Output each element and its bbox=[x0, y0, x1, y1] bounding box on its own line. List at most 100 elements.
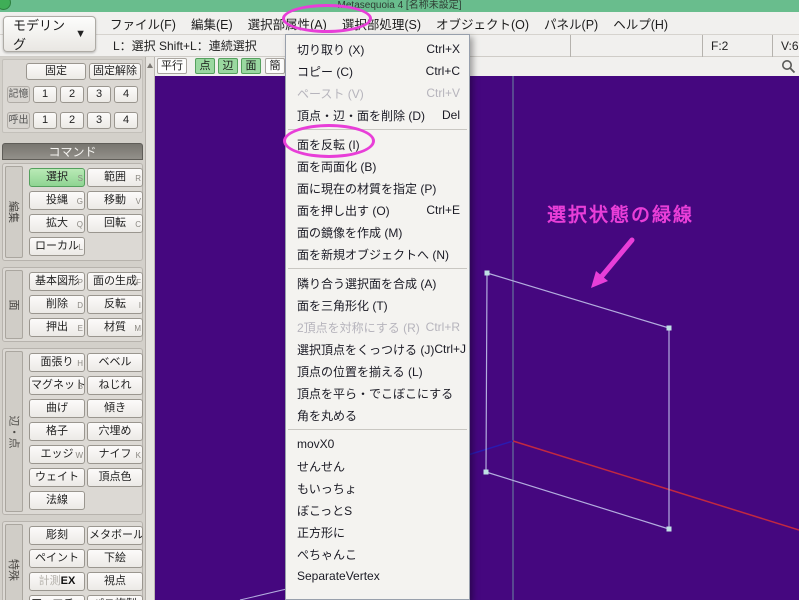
menu-item[interactable]: 面の鏡像を作成 (M) bbox=[286, 221, 469, 243]
slot-button[interactable]: 3 bbox=[87, 86, 111, 103]
memory-label-button[interactable]: 記憶 bbox=[7, 86, 30, 103]
menu-item[interactable]: 角を丸める bbox=[286, 404, 469, 426]
menu-item[interactable]: 隣り合う選択面を合成 (A) bbox=[286, 272, 469, 294]
vertex-handle[interactable] bbox=[666, 325, 672, 331]
command-button[interactable]: 移動 V bbox=[87, 191, 143, 210]
mode-button-1[interactable]: 辺 bbox=[218, 58, 238, 74]
simple-display-button[interactable]: 簡 bbox=[265, 58, 285, 74]
command-button[interactable]: 材質 M bbox=[87, 318, 143, 337]
command-button[interactable]: 面の生成 F bbox=[87, 272, 143, 291]
menu-item[interactable]: 頂点の位置を揃える (L) bbox=[286, 360, 469, 382]
mode-button-0[interactable]: 点 bbox=[195, 58, 215, 74]
command-button[interactable]: 基本図形 P bbox=[29, 272, 85, 291]
command-button[interactable]: ペイント bbox=[29, 549, 85, 568]
command-button[interactable]: 計測EX bbox=[29, 572, 85, 591]
group-tab[interactable]: 編集 bbox=[5, 166, 23, 258]
slot-button[interactable]: 1 bbox=[33, 112, 57, 129]
fix-button[interactable]: 固定 bbox=[26, 63, 86, 80]
command-button[interactable]: 曲げ bbox=[29, 399, 85, 418]
menu-item[interactable]: movX0 bbox=[286, 433, 469, 455]
shortcut-key-label: H bbox=[77, 359, 83, 368]
group-tab[interactable]: 面 bbox=[5, 270, 23, 339]
command-button-label: エッジ bbox=[40, 448, 74, 460]
menu-item[interactable]: 切り取り (X) Ctrl+X bbox=[286, 38, 469, 60]
menubar-item[interactable]: ヘルプ(H) bbox=[613, 14, 668, 33]
menu-item[interactable]: 面に現在の材質を指定 (P) bbox=[286, 177, 469, 199]
command-button[interactable]: ねじれ bbox=[87, 376, 143, 395]
slot-button[interactable]: 1 bbox=[33, 86, 57, 103]
command-button[interactable]: 押出 E bbox=[29, 318, 85, 337]
menu-item-label: 正方形に bbox=[297, 525, 346, 540]
command-button[interactable]: 下絵 bbox=[87, 549, 143, 568]
command-button[interactable]: アーマチャー bbox=[29, 595, 85, 600]
command-button[interactable]: 傾き bbox=[87, 399, 143, 418]
command-button[interactable]: 格子 bbox=[29, 422, 85, 441]
command-button[interactable]: 投縄 G bbox=[29, 191, 85, 210]
command-button[interactable]: 範囲 R bbox=[87, 168, 143, 187]
highlight-ellipse-menu-item bbox=[283, 124, 375, 158]
slot-button[interactable]: 4 bbox=[114, 112, 138, 129]
command-button-label: 拡大 bbox=[46, 217, 68, 229]
menu-item[interactable]: 正方形に bbox=[286, 521, 469, 543]
command-button[interactable]: 削除 D bbox=[29, 295, 85, 314]
zoom-search-icon[interactable] bbox=[781, 59, 796, 74]
command-button[interactable]: マグネット B bbox=[29, 376, 85, 395]
slot-button[interactable]: 2 bbox=[60, 112, 84, 129]
menu-item[interactable]: ぼこっとS bbox=[286, 499, 469, 521]
command-button[interactable]: 拡大 Q bbox=[29, 214, 85, 233]
menu-item[interactable]: SeparateVertex bbox=[286, 565, 469, 587]
command-button[interactable]: ローカル L bbox=[29, 237, 85, 256]
group-tab[interactable]: 辺・点 bbox=[5, 351, 23, 512]
menu-item[interactable]: 面を押し出す (O) Ctrl+E bbox=[286, 199, 469, 221]
slot-button[interactable]: 2 bbox=[60, 86, 84, 103]
menubar-item[interactable]: オブジェクト(O) bbox=[436, 14, 529, 33]
shortcut-key-label: R bbox=[135, 174, 141, 183]
vertex-handle[interactable] bbox=[483, 469, 489, 475]
command-button[interactable]: 法線 bbox=[29, 491, 85, 510]
unfix-button[interactable]: 固定解除 bbox=[89, 63, 141, 80]
splitter-collapse-icon[interactable] bbox=[147, 63, 153, 68]
slot-button[interactable]: 3 bbox=[87, 112, 111, 129]
command-button[interactable]: 穴埋め bbox=[87, 422, 143, 441]
panel-splitter[interactable] bbox=[146, 57, 155, 600]
mode-selector-button[interactable]: モデリング ▼ bbox=[3, 16, 96, 52]
slot-button[interactable]: 4 bbox=[114, 86, 138, 103]
command-button[interactable]: 彫刻 bbox=[29, 526, 85, 545]
mode-button-2[interactable]: 面 bbox=[241, 58, 261, 74]
menu-item[interactable]: 面を三角形化 (T) bbox=[286, 294, 469, 316]
menubar-item[interactable]: ファイル(F) bbox=[110, 14, 176, 33]
menu-item[interactable]: 頂点を平ら・でこぼこにする bbox=[286, 382, 469, 404]
menubar-item[interactable]: 編集(E) bbox=[191, 14, 233, 33]
menu-item[interactable]: 面を新規オブジェクトへ (N) bbox=[286, 243, 469, 265]
command-button[interactable]: 面張り H bbox=[29, 353, 85, 372]
menu-item[interactable]: 頂点・辺・面を削除 (D) Del bbox=[286, 104, 469, 126]
recall-label-button[interactable]: 呼出 bbox=[7, 112, 30, 129]
menubar-item[interactable]: パネル(P) bbox=[544, 14, 598, 33]
command-button[interactable]: エッジ W bbox=[29, 445, 85, 464]
viewport-toolbar: 平行 点辺面 簡 bbox=[155, 57, 799, 76]
menu-item[interactable]: コピー (C) Ctrl+C bbox=[286, 60, 469, 82]
menu-item[interactable]: ぺちゃんこ bbox=[286, 543, 469, 565]
command-button[interactable]: メタボール bbox=[87, 526, 143, 545]
command-button-label: メタボール bbox=[89, 529, 143, 541]
vertex-handle[interactable] bbox=[666, 526, 672, 532]
command-button[interactable]: 視点 bbox=[87, 572, 143, 591]
group-grid: 面張り H ベベル マグネット B ねじれ 曲げ 傾き 格子 穴埋め エッジ W ナイフ K ウェイト 頂点色… bbox=[29, 353, 143, 510]
vertex-handle[interactable] bbox=[484, 270, 490, 276]
menu-item[interactable]: 面を両面化 (B) bbox=[286, 155, 469, 177]
command-button[interactable]: ナイフ K bbox=[87, 445, 143, 464]
command-button[interactable]: 回転 C bbox=[87, 214, 143, 233]
menu-item[interactable]: もいっちょ bbox=[286, 477, 469, 499]
command-button[interactable]: 反転 I bbox=[87, 295, 143, 314]
command-button[interactable]: ベベル bbox=[87, 353, 143, 372]
viewport-3d[interactable]: 選択状態の緑線 bbox=[155, 76, 799, 600]
command-button[interactable]: 頂点色 bbox=[87, 468, 143, 487]
command-button[interactable]: パス複製 bbox=[87, 595, 143, 600]
group-tab[interactable]: 特殊 bbox=[5, 524, 23, 600]
command-button[interactable]: 選択 S bbox=[29, 168, 85, 187]
parallel-projection-button[interactable]: 平行 bbox=[157, 58, 187, 74]
menu-item[interactable]: 選択頂点をくっつける (J) Ctrl+J bbox=[286, 338, 469, 360]
command-button[interactable]: ウェイト bbox=[29, 468, 85, 487]
group-grid: 彫刻 メタボールペイント 下絵計測EX 視点アーマチャーパス複製 bbox=[29, 526, 143, 600]
menu-item[interactable]: せんせん bbox=[286, 455, 469, 477]
